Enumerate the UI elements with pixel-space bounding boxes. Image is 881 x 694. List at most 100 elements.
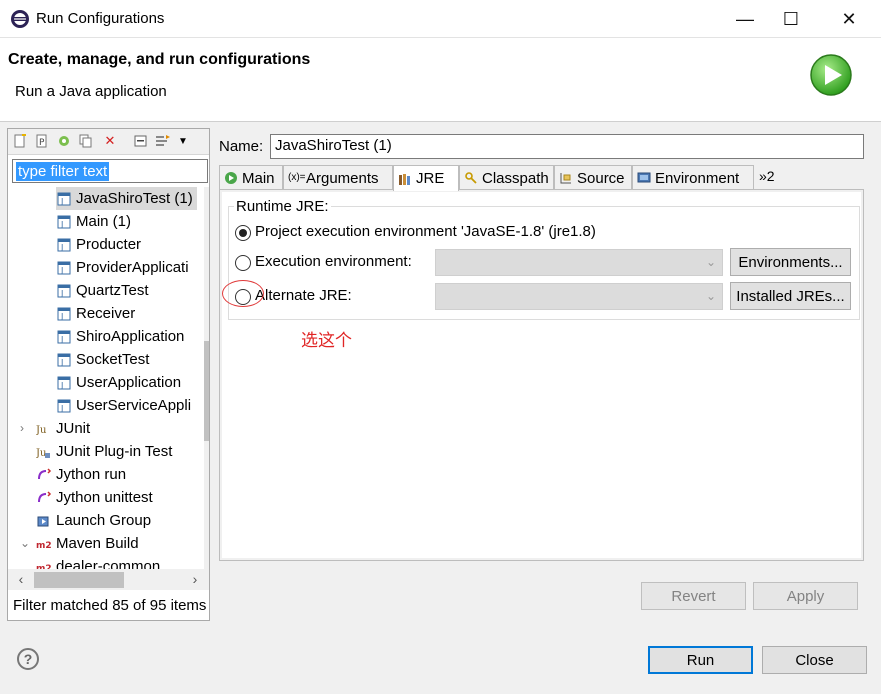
java-app-icon: J bbox=[56, 306, 72, 322]
execution-env-radio[interactable] bbox=[235, 255, 251, 271]
tree-item-label: JUnit bbox=[56, 420, 91, 437]
alternate-jre-combo[interactable]: ⌄ bbox=[435, 283, 723, 310]
java-app-icon: J bbox=[56, 191, 72, 207]
tree-config-item[interactable]: J Main (1) bbox=[56, 210, 131, 233]
tab-source[interactable]: Source bbox=[554, 165, 632, 190]
main-tab-icon bbox=[225, 172, 237, 184]
header-banner: Create, manage, and run configurations R… bbox=[0, 38, 881, 122]
view-menu-chevron-down-icon[interactable]: ▼ bbox=[174, 132, 192, 150]
run-button[interactable]: Run bbox=[648, 646, 753, 674]
source-icon bbox=[560, 173, 571, 184]
tree-category[interactable]: m2 Maven Build bbox=[36, 532, 139, 555]
duplicate-configuration-icon[interactable] bbox=[77, 132, 95, 150]
delete-configuration-icon[interactable]: ✕ bbox=[101, 132, 119, 150]
classpath-icon bbox=[465, 172, 477, 184]
tab-strip: Main (x)= Arguments JRE Classpath Source… bbox=[219, 165, 864, 191]
java-app-icon: J bbox=[56, 260, 72, 276]
junit-icon: Ju bbox=[35, 421, 52, 437]
revert-button[interactable]: Revert bbox=[641, 582, 746, 610]
tab-environment[interactable]: Environment bbox=[632, 165, 754, 190]
tree-item-label: JUnit Plug-in Test bbox=[56, 443, 173, 460]
close-window-button[interactable]: ✕ bbox=[826, 0, 872, 38]
tree-vertical-scroll-thumb[interactable] bbox=[204, 341, 209, 441]
scroll-right-icon[interactable]: › bbox=[186, 570, 204, 588]
tree-category[interactable]: Ju JUnit Plug-in Test bbox=[35, 440, 173, 463]
tree-config-item[interactable]: J UserApplication bbox=[56, 371, 181, 394]
project-env-radio[interactable] bbox=[235, 225, 251, 241]
tab-main[interactable]: Main bbox=[219, 165, 283, 190]
chevron-down-icon: ⌄ bbox=[705, 255, 716, 269]
run-large-icon bbox=[810, 54, 852, 96]
tree-category[interactable]: Ju JUnit bbox=[35, 417, 91, 440]
tree-config-item[interactable]: J ProviderApplicati bbox=[56, 256, 189, 279]
svg-text:J: J bbox=[60, 312, 63, 321]
svg-text:J: J bbox=[60, 289, 63, 298]
filter-input[interactable]: type filter text bbox=[12, 159, 208, 183]
filter-configurations-icon[interactable] bbox=[154, 132, 172, 150]
svg-text:J: J bbox=[60, 197, 63, 206]
tab-jre[interactable]: JRE bbox=[393, 165, 459, 191]
banner-title: Create, manage, and run configurations bbox=[8, 51, 311, 68]
tree-item-label: Receiver bbox=[76, 305, 136, 322]
execution-env-label: Execution environment: bbox=[255, 253, 412, 270]
close-button[interactable]: Close bbox=[762, 646, 867, 674]
tree-item-label: UserServiceAppli bbox=[76, 397, 192, 414]
launch-group-icon bbox=[36, 513, 52, 529]
help-icon[interactable]: ? bbox=[17, 648, 39, 670]
svg-text:m2: m2 bbox=[36, 541, 52, 551]
tab-label: Source bbox=[577, 169, 625, 187]
tree-item-label: Launch Group bbox=[56, 512, 152, 529]
runtime-jre-label: Runtime JRE: bbox=[234, 198, 331, 215]
maximize-button[interactable]: ☐ bbox=[768, 0, 814, 38]
project-env-label: Project execution environment 'JavaSE-1.… bbox=[255, 223, 596, 240]
tree-item-label: Maven Build bbox=[56, 535, 139, 552]
svg-text:J: J bbox=[60, 404, 63, 413]
title-bar: Run Configurations — ☐ ✕ bbox=[0, 0, 881, 38]
tree-config-item[interactable]: J Producter bbox=[56, 233, 141, 256]
java-app-icon: J bbox=[56, 398, 72, 414]
execution-env-combo[interactable]: ⌄ bbox=[435, 249, 723, 276]
annotation-text: 选这个 bbox=[301, 331, 352, 351]
installed-jres-button[interactable]: Installed JREs... bbox=[730, 282, 851, 310]
svg-text:J: J bbox=[60, 358, 63, 367]
tree-item-label: ShiroApplication bbox=[76, 328, 185, 345]
export-configuration-icon[interactable] bbox=[55, 132, 73, 150]
tree-config-item[interactable]: J ShiroApplication bbox=[56, 325, 184, 348]
environments-button[interactable]: Environments... bbox=[730, 248, 851, 276]
more-tabs-button[interactable]: »2 bbox=[759, 168, 775, 184]
tree-item-label: Main (1) bbox=[76, 213, 132, 230]
tree-config-item[interactable]: J JavaShiroTest (1) bbox=[56, 187, 197, 210]
tree-category[interactable]: Jython unittest bbox=[36, 486, 153, 509]
junit-plugin-icon: Ju bbox=[35, 444, 52, 460]
tab-arguments[interactable]: (x)= Arguments bbox=[283, 165, 393, 190]
tree-category[interactable]: m2 dealer-common bbox=[36, 555, 160, 569]
svg-text:J: J bbox=[60, 266, 63, 275]
collapsed-chevron-icon[interactable]: › bbox=[20, 421, 32, 435]
tree-config-item[interactable]: J Receiver bbox=[56, 302, 135, 325]
alternate-jre-label: Alternate JRE: bbox=[255, 287, 352, 304]
tree-item-label: UserApplication bbox=[76, 374, 182, 391]
expanded-chevron-icon[interactable]: ⌄ bbox=[20, 536, 32, 550]
jre-tab-panel: Runtime JRE: Project execution environme… bbox=[219, 189, 864, 561]
java-app-icon: J bbox=[56, 214, 72, 230]
tree-category[interactable]: Jython run bbox=[36, 463, 126, 486]
new-prototype-icon[interactable]: P bbox=[33, 132, 51, 150]
tree-config-item[interactable]: J UserServiceAppli bbox=[56, 394, 191, 417]
tree-config-item[interactable]: J QuartzTest bbox=[56, 279, 149, 302]
jython-icon bbox=[36, 467, 52, 483]
filter-text: type filter text bbox=[16, 162, 110, 181]
name-field[interactable]: JavaShiroTest (1) bbox=[270, 134, 864, 159]
collapse-all-icon[interactable] bbox=[132, 132, 150, 150]
tree-config-item[interactable]: J SocketTest bbox=[56, 348, 149, 371]
tree-item-label: Jython unittest bbox=[56, 489, 153, 506]
chevron-down-icon: ⌄ bbox=[705, 289, 716, 303]
apply-button[interactable]: Apply bbox=[753, 582, 858, 610]
tab-classpath[interactable]: Classpath bbox=[459, 165, 554, 190]
minimize-button[interactable]: — bbox=[722, 0, 768, 38]
tab-label: Classpath bbox=[482, 169, 549, 187]
scroll-left-icon[interactable]: ‹ bbox=[12, 570, 30, 588]
tree-item-label: SocketTest bbox=[76, 351, 150, 368]
tree-horizontal-scroll-thumb[interactable] bbox=[34, 572, 124, 588]
tree-category[interactable]: Launch Group bbox=[36, 509, 151, 532]
new-configuration-icon[interactable] bbox=[11, 132, 29, 150]
